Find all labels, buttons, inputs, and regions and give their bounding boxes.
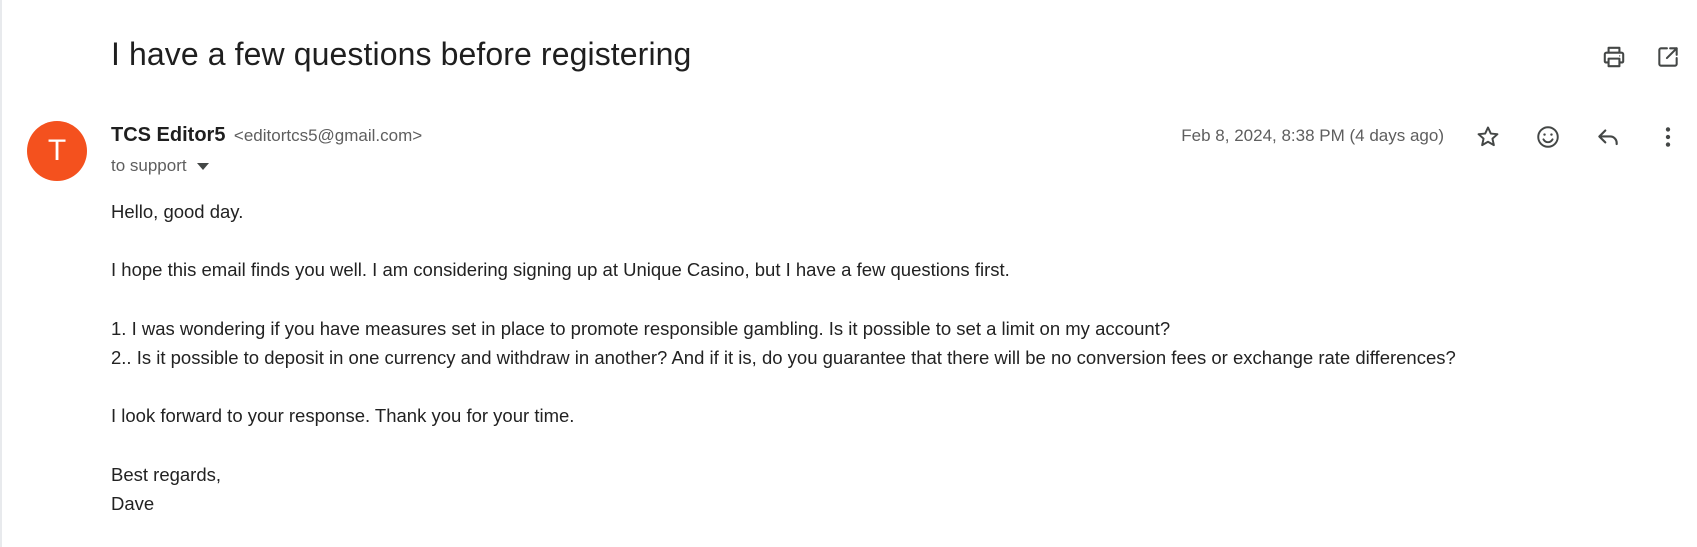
emoji-reaction-icon [1537,126,1559,148]
reply-icon [1598,129,1618,146]
emoji-reaction-button[interactable] [1533,122,1563,152]
body-question-1: 1. I was wondering if you have measures … [111,317,1171,339]
star-button[interactable] [1473,122,1503,152]
body-closing: I look forward to your response. Thank y… [111,405,575,427]
body-question-2: 2.. Is it possible to deposit in one cur… [111,346,1456,368]
email-subject: I have a few questions before registerin… [111,36,692,72]
sender-name[interactable]: TCS Editor5 [111,124,225,146]
print-icon [1603,46,1625,68]
recipient-line: to support [111,156,209,176]
more-vertical-icon [1665,127,1671,147]
body-greeting: Hello, good day. [111,201,244,222]
star-icon [1477,126,1499,147]
left-border [0,0,2,547]
body-intro: I hope this email finds you well. I am c… [111,259,1010,281]
print-button[interactable] [1600,43,1628,71]
recipient-details-dropdown-icon[interactable] [196,162,209,170]
email-body: Hello, good day. I hope this email finds… [111,197,1456,518]
sender-email: <editortcs5@gmail.com> [233,126,423,145]
body-signoff: Best regards, [111,463,222,485]
email-date: Feb 8, 2024, 8:38 PM (4 days ago) [1181,126,1444,145]
reply-button[interactable] [1593,122,1623,152]
sender-avatar[interactable]: T [27,121,87,181]
more-options-button[interactable] [1653,122,1683,152]
open-in-new-window-button[interactable] [1654,43,1682,71]
sender-line: TCS Editor5 <editortcs5@gmail.com> [111,124,422,147]
body-signature: Dave [111,492,155,514]
recipient-label: to support [111,156,187,175]
open-in-new-window-icon [1658,47,1678,67]
